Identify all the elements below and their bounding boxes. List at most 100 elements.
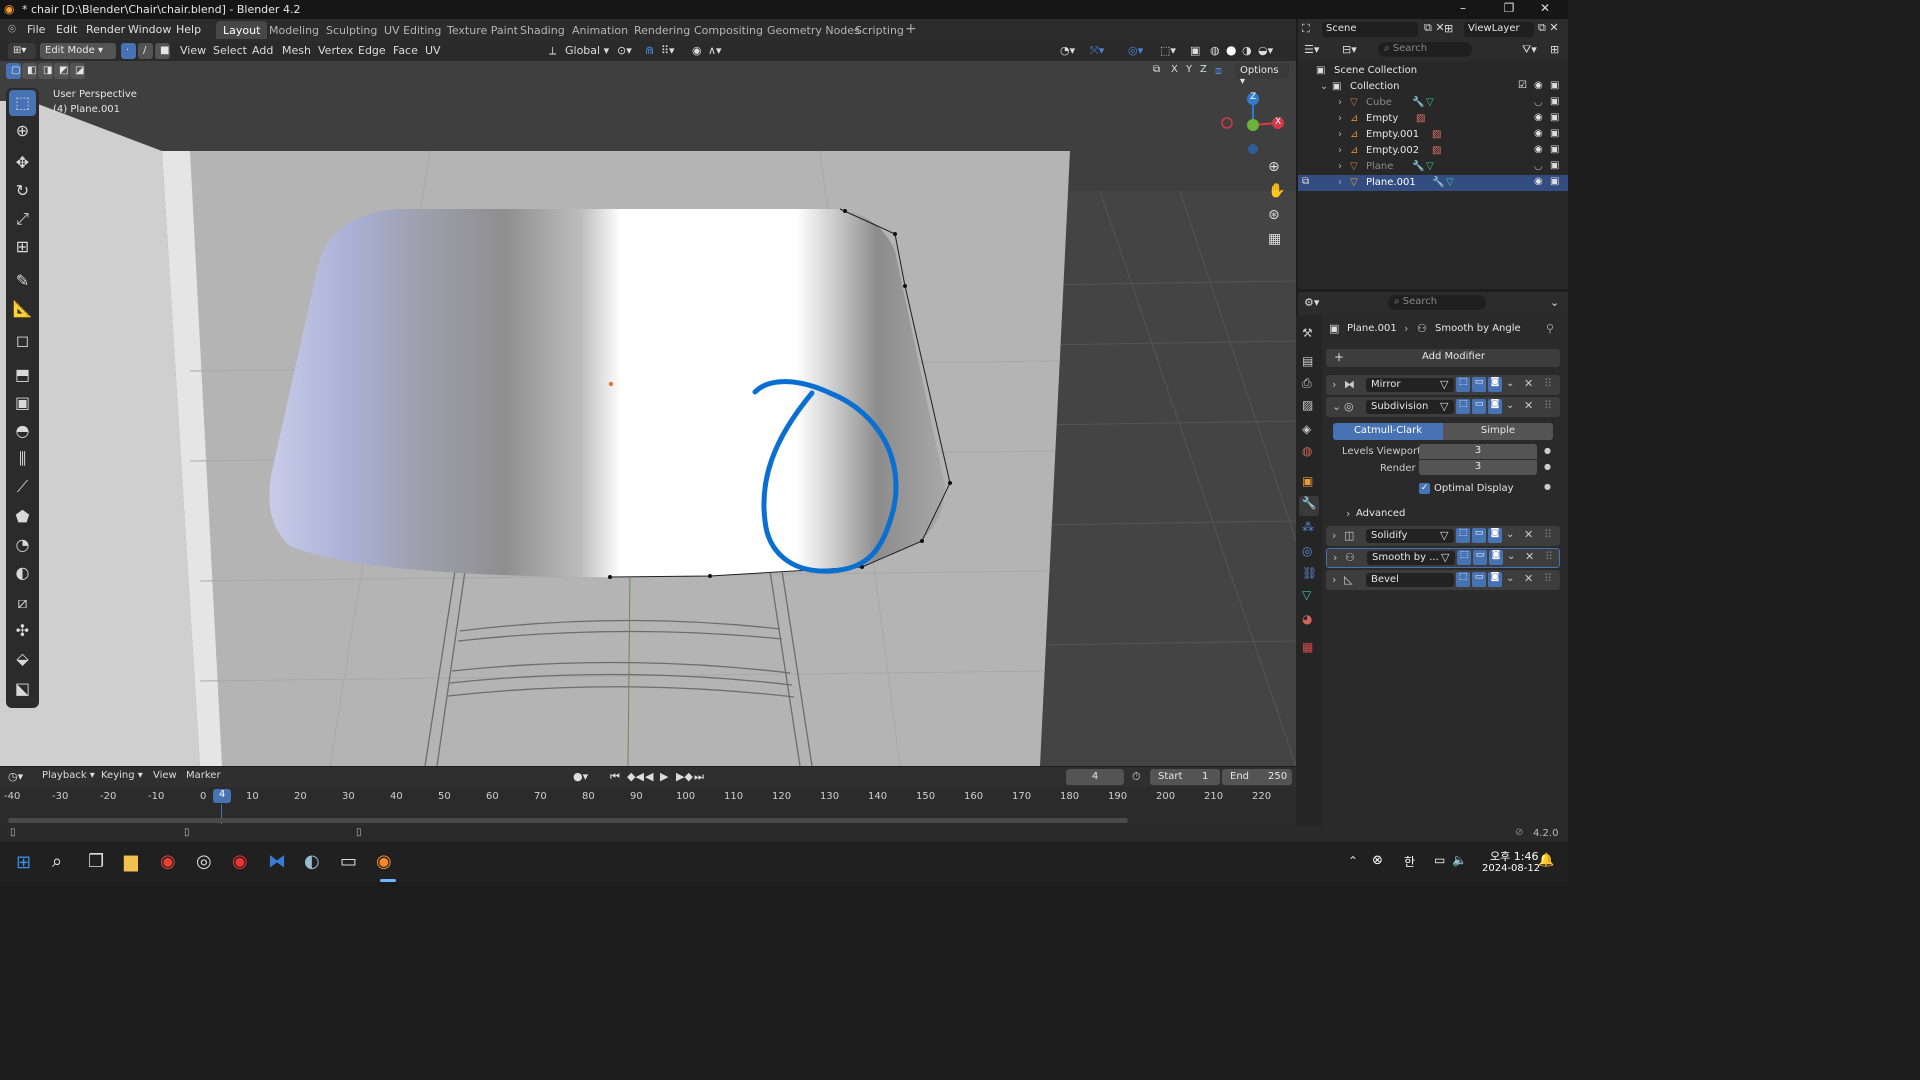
optimal-display-checkbox[interactable]: ✓	[1419, 483, 1430, 494]
3d-viewport[interactable]: User Perspective (4) Plane.001 Z X ⊕ ✋ ⊛…	[0, 41, 1296, 766]
object-tab-icon[interactable]: ▣	[1302, 474, 1313, 488]
render-toggle-icon[interactable]: ◙	[1488, 528, 1502, 543]
catmull-clark-option[interactable]: Catmull-Clark	[1333, 423, 1443, 440]
loop-cut-tool-icon[interactable]: ⫼	[9, 446, 36, 472]
menu-file[interactable]: File	[23, 22, 49, 37]
wireframe-shading-icon[interactable]: ◍	[1210, 44, 1220, 57]
steam-icon[interactable]: ◐	[304, 851, 320, 872]
outliner-item-empty-001[interactable]: › ⊿ Empty.001 ▨ ◉ ▣	[1298, 127, 1568, 143]
outliner-item-plane-001[interactable]: ⧉ › ▽ Plane.001 🔧 ▽ ◉ ▣	[1298, 175, 1568, 191]
new-scene-icon[interactable]: ⧉ ✕	[1424, 21, 1445, 35]
menu-window[interactable]: Window	[124, 22, 175, 37]
outliner-item-empty[interactable]: › ⊿ Empty ▨ ◉ ▣	[1298, 111, 1568, 127]
physics-tab-icon[interactable]: ◎	[1302, 544, 1312, 558]
simple-option[interactable]: Simple	[1443, 423, 1553, 440]
keyframe-dot-icon[interactable]: ●	[1544, 462, 1551, 471]
transform-orientation-dropdown[interactable]: Global ▾	[565, 44, 609, 57]
prev-keyframe-icon[interactable]: ◆◀	[627, 770, 644, 783]
chevron-down-icon[interactable]: ⌄	[1320, 81, 1328, 92]
extrude-tool-icon[interactable]: ⬒	[9, 362, 36, 388]
tab-modeling[interactable]: Modeling	[262, 21, 326, 39]
select-invert-icon[interactable]: ◩	[54, 63, 69, 79]
viewport-scene[interactable]	[0, 41, 1296, 766]
keyframe-dot-icon[interactable]: ●	[1544, 446, 1551, 455]
poly-build-tool-icon[interactable]: ⬟	[9, 504, 36, 530]
viewport-toggle-icon[interactable]: ▭	[1472, 528, 1486, 543]
select-subtract-icon[interactable]: ◨	[38, 63, 53, 79]
timeline-editor-icon[interactable]: ◷▾	[8, 770, 23, 783]
tray-app-icon[interactable]: ⊗	[1372, 853, 1383, 868]
select-extend-icon[interactable]: ◧	[22, 63, 37, 79]
new-collection-icon[interactable]: ⊞	[1550, 43, 1559, 56]
menu-view[interactable]: View	[180, 44, 206, 57]
chevron-down-icon[interactable]: ⌄	[1332, 400, 1341, 413]
drag-handle-icon[interactable]: ⠿	[1544, 572, 1552, 585]
edit-mode-icon[interactable]: ⧉	[1302, 176, 1309, 187]
next-keyframe-icon[interactable]: ▶◆	[676, 770, 693, 783]
tab-animation[interactable]: Animation	[565, 21, 635, 39]
rip-tool-icon[interactable]: ⬕	[9, 676, 36, 702]
drag-handle-icon[interactable]: ⠿	[1545, 550, 1553, 563]
current-frame-field[interactable]: 4	[1066, 769, 1124, 785]
world-tab-icon[interactable]: ◍	[1302, 444, 1312, 458]
tool-tab-icon[interactable]: ⚒	[1302, 326, 1313, 340]
end-frame-field[interactable]: End 250	[1222, 769, 1292, 785]
file-explorer-icon[interactable]: ▆	[124, 851, 138, 872]
viewport-toggle-icon[interactable]: ▭	[1473, 550, 1487, 565]
falloff-icon[interactable]: ∧▾	[708, 44, 722, 57]
checkbox-icon[interactable]: ☑	[1518, 80, 1527, 91]
options-dropdown[interactable]: Options ▾	[1235, 63, 1289, 87]
menu-marker[interactable]: Marker	[186, 770, 221, 781]
scale-tool-icon[interactable]: ⤢	[9, 206, 36, 232]
drag-handle-icon[interactable]: ⠿	[1544, 377, 1552, 390]
chevron-right-icon[interactable]: ›	[1333, 551, 1337, 564]
solid-shading-icon[interactable]: ●	[1226, 43, 1236, 57]
viewport-toggle-icon[interactable]: ▭	[1472, 399, 1486, 414]
modifier-solidify[interactable]: › ◫ Solidify ▽ ⬚ ▭ ◙ ⌄ ✕ ⠿	[1326, 526, 1560, 546]
scene-tab-icon[interactable]: ◈	[1302, 422, 1311, 436]
gizmo-toggle-icon[interactable]: ⤧▾	[1090, 44, 1104, 58]
scene-selector[interactable]: Scene	[1322, 22, 1418, 37]
close-button[interactable]: ✕	[1522, 1, 1568, 18]
menu-uv[interactable]: UV	[425, 44, 441, 57]
view-layer-tab-icon[interactable]: ▨	[1302, 398, 1313, 412]
edit-mode-toggle-icon[interactable]: ⬚	[1456, 572, 1470, 587]
blender-menu-icon[interactable]: ⌾	[8, 22, 16, 37]
advanced-subpanel[interactable]: › Advanced	[1342, 507, 1542, 522]
menu-mesh[interactable]: Mesh	[282, 44, 311, 57]
on-cage-icon[interactable]: ▽	[1440, 400, 1448, 413]
rendered-shading-icon[interactable]: ◒▾	[1258, 44, 1273, 57]
recorder-icon[interactable]: ◉	[232, 851, 248, 872]
menu-edge[interactable]: Edge	[358, 44, 386, 57]
edit-mode-toggle-icon[interactable]: ⬚	[1456, 377, 1470, 392]
snap-magnet-icon[interactable]: ⋒	[645, 44, 654, 57]
properties-search-input[interactable]: ⌕ Search	[1388, 295, 1486, 310]
select-box-tool-icon[interactable]: ⬚	[9, 90, 36, 116]
cursor-tool-icon[interactable]: ⊕	[9, 118, 36, 144]
volume-icon[interactable]: 🔈	[1452, 853, 1467, 867]
dropdown-chevron-icon[interactable]: ⌄	[1506, 400, 1514, 411]
render-toggle-icon[interactable]: ◙	[1488, 399, 1502, 414]
remove-modifier-icon[interactable]: ✕	[1524, 528, 1533, 541]
start-frame-field[interactable]: Start 1	[1150, 769, 1220, 785]
windows-start-icon[interactable]: ⊞	[16, 852, 31, 873]
pivot-icon[interactable]: ⊙▾	[617, 44, 632, 57]
chevron-right-icon[interactable]: ›	[1338, 145, 1342, 156]
on-cage-icon[interactable]: ▽	[1441, 551, 1449, 564]
add-workspace-icon[interactable]: +	[905, 21, 917, 37]
texture-tab-icon[interactable]: ▦	[1302, 640, 1313, 654]
axis-y-toggle[interactable]: Y	[1186, 64, 1192, 75]
menu-keying[interactable]: Keying ▾	[101, 770, 143, 781]
terminal-icon[interactable]: ▭	[340, 851, 357, 872]
notification-bell-icon[interactable]: 🔔	[1538, 853, 1554, 868]
viewport-toggle-icon[interactable]: ▭	[1472, 572, 1486, 587]
menu-help[interactable]: Help	[172, 22, 205, 37]
menu-edit[interactable]: Edit	[52, 22, 81, 37]
chevron-right-icon[interactable]: ›	[1338, 113, 1342, 124]
xray-icon[interactable]: ▣	[1190, 44, 1200, 57]
outliner-search-input[interactable]: ⌕ Search	[1378, 42, 1472, 57]
constraints-tab-icon[interactable]: ⛓	[1302, 566, 1317, 580]
render-levels-field[interactable]: 3	[1419, 460, 1537, 475]
camera-icon[interactable]: ▣	[1550, 176, 1559, 187]
snap-target-icon[interactable]: ⠿▾	[661, 44, 675, 57]
